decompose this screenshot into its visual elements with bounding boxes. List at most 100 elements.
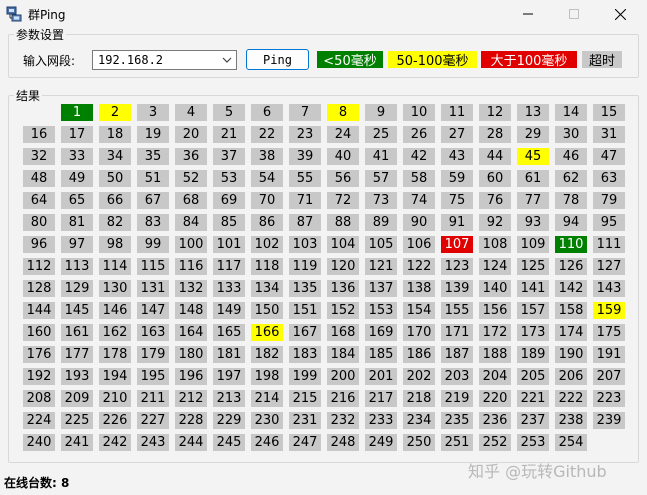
host-cell: 152 <box>327 302 359 319</box>
host-cell: 136 <box>327 280 359 297</box>
host-cell: 97 <box>61 236 93 253</box>
host-cell: 198 <box>251 368 283 385</box>
host-cell: 63 <box>593 170 625 187</box>
host-cell: 39 <box>289 148 321 165</box>
host-cell: 176 <box>23 346 55 363</box>
host-cell: 237 <box>517 412 549 429</box>
host-cell: 91 <box>441 214 473 231</box>
host-cell: 146 <box>99 302 131 319</box>
segment-label: 输入网段: <box>23 54 76 68</box>
host-cell: 190 <box>555 346 587 363</box>
host-cell: 236 <box>479 412 511 429</box>
host-cell: 115 <box>137 258 169 275</box>
host-cell: 175 <box>593 324 625 341</box>
host-cell: 119 <box>289 258 321 275</box>
host-cell: 214 <box>251 390 283 407</box>
host-cell: 90 <box>403 214 435 231</box>
minimize-button[interactable] <box>505 0 551 28</box>
host-cell: 68 <box>175 192 207 209</box>
host-cell: 96 <box>23 236 55 253</box>
host-cell: 10 <box>403 104 435 121</box>
host-cell: 203 <box>441 368 473 385</box>
host-cell: 241 <box>61 434 93 451</box>
host-cell: 139 <box>441 280 473 297</box>
host-cell: 200 <box>327 368 359 385</box>
host-cell: 18 <box>99 126 131 143</box>
host-cell: 77 <box>517 192 549 209</box>
host-cell: 79 <box>593 192 625 209</box>
maximize-button[interactable] <box>551 0 597 28</box>
legend-fast: <50毫秒 <box>317 51 383 69</box>
host-cell: 89 <box>365 214 397 231</box>
host-cell: 8 <box>327 104 359 121</box>
host-cell: 60 <box>479 170 511 187</box>
host-cell: 157 <box>517 302 549 319</box>
host-cell: 32 <box>23 148 55 165</box>
host-cell: 133 <box>213 280 245 297</box>
params-group-label: 参数设置 <box>14 26 67 43</box>
host-cell: 123 <box>441 258 473 275</box>
host-cell: 94 <box>555 214 587 231</box>
host-cell: 58 <box>403 170 435 187</box>
host-cell: 34 <box>99 148 131 165</box>
host-cell: 56 <box>327 170 359 187</box>
host-cell: 112 <box>23 258 55 275</box>
segment-combobox[interactable]: 192.168.2 <box>92 50 237 70</box>
host-cell: 86 <box>251 214 283 231</box>
results-group-label: 结果 <box>14 87 43 104</box>
host-cell: 105 <box>365 236 397 253</box>
host-cell: 210 <box>99 390 131 407</box>
host-cell: 188 <box>479 346 511 363</box>
host-cell: 108 <box>479 236 511 253</box>
host-cell: 250 <box>403 434 435 451</box>
host-cell: 219 <box>441 390 473 407</box>
host-cell: 126 <box>555 258 587 275</box>
host-cell: 101 <box>213 236 245 253</box>
host-cell: 167 <box>289 324 321 341</box>
host-cell: 178 <box>99 346 131 363</box>
host-cell: 143 <box>593 280 625 297</box>
host-cell: 144 <box>23 302 55 319</box>
host-cell: 64 <box>23 192 55 209</box>
host-cell: 95 <box>593 214 625 231</box>
host-cell: 15 <box>593 104 625 121</box>
host-cell: 23 <box>289 126 321 143</box>
host-cell: 7 <box>289 104 321 121</box>
host-cell: 242 <box>99 434 131 451</box>
host-cell: 239 <box>593 412 625 429</box>
host-cell: 148 <box>175 302 207 319</box>
host-cell: 240 <box>23 434 55 451</box>
host-cell: 147 <box>137 302 169 319</box>
host-cell: 49 <box>61 170 93 187</box>
host-cell: 124 <box>479 258 511 275</box>
host-cell: 232 <box>327 412 359 429</box>
host-cell: 31 <box>593 126 625 143</box>
host-cell: 22 <box>251 126 283 143</box>
host-cell: 135 <box>289 280 321 297</box>
ping-button[interactable]: Ping <box>246 49 309 70</box>
host-cell: 76 <box>479 192 511 209</box>
host-cell: 251 <box>441 434 473 451</box>
host-cell: 162 <box>99 324 131 341</box>
host-cell: 84 <box>175 214 207 231</box>
host-cell: 4 <box>175 104 207 121</box>
host-cell: 137 <box>365 280 397 297</box>
host-cell: 47 <box>593 148 625 165</box>
host-cell: 26 <box>403 126 435 143</box>
host-cell: 28 <box>479 126 511 143</box>
host-cell: 248 <box>327 434 359 451</box>
chevron-down-icon[interactable] <box>221 53 233 67</box>
host-cell: 67 <box>137 192 169 209</box>
host-cell: 201 <box>365 368 397 385</box>
host-cell: 182 <box>251 346 283 363</box>
host-cell: 206 <box>555 368 587 385</box>
host-cell: 171 <box>441 324 473 341</box>
host-cell: 205 <box>517 368 549 385</box>
host-cell: 113 <box>61 258 93 275</box>
window-title: 群Ping <box>28 8 66 22</box>
host-cell: 195 <box>137 368 169 385</box>
close-button[interactable] <box>597 0 643 28</box>
host-cell: 213 <box>213 390 245 407</box>
host-cell: 179 <box>137 346 169 363</box>
host-cell: 230 <box>251 412 283 429</box>
